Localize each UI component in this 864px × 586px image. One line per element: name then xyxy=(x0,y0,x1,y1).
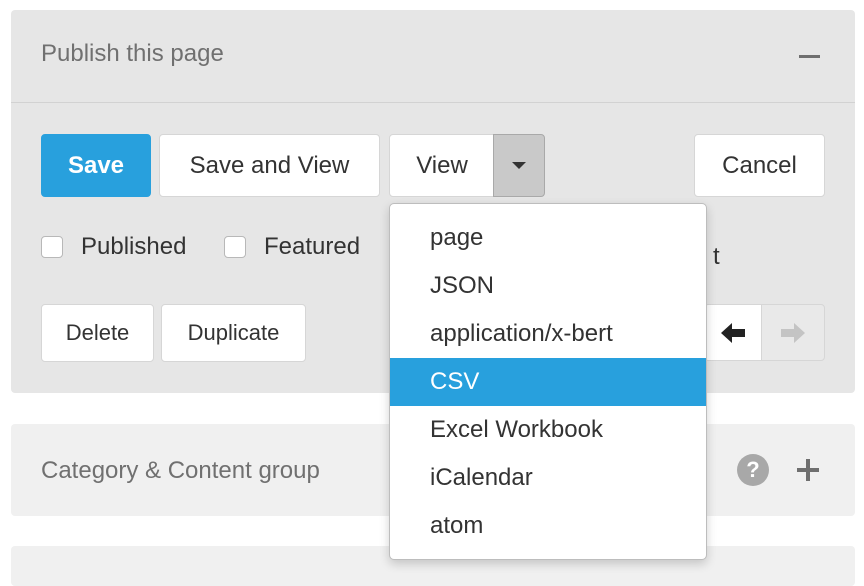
cancel-button[interactable]: Cancel xyxy=(694,134,825,197)
view-format-menu: page JSON application/x-bert CSV Excel W… xyxy=(389,203,707,560)
menu-item-json[interactable]: JSON xyxy=(390,262,706,310)
menu-item-excel-workbook[interactable]: Excel Workbook xyxy=(390,406,706,454)
hidden-option-label-tail: t xyxy=(713,243,720,270)
minus-icon[interactable] xyxy=(799,55,820,58)
arrow-right-icon xyxy=(781,322,805,343)
arrow-left-icon xyxy=(721,322,745,343)
publish-panel-title: Publish this page xyxy=(41,40,224,67)
save-and-view-button[interactable]: Save and View xyxy=(159,134,380,197)
category-panel-title: Category & Content group xyxy=(41,457,320,484)
next-button[interactable] xyxy=(761,304,825,361)
featured-label: Featured xyxy=(264,233,361,260)
published-label: Published xyxy=(81,233,187,260)
published-checkbox[interactable]: Published xyxy=(41,233,186,261)
navigation-arrows xyxy=(704,304,825,361)
plus-icon[interactable] xyxy=(797,459,819,481)
delete-button[interactable]: Delete xyxy=(41,304,154,362)
menu-item-x-bert[interactable]: application/x-bert xyxy=(390,310,706,358)
menu-item-icalendar[interactable]: iCalendar xyxy=(390,454,706,502)
question-circle-icon[interactable]: ? xyxy=(737,454,769,486)
featured-checkbox[interactable]: Featured xyxy=(224,233,360,261)
menu-item-csv[interactable]: CSV xyxy=(390,358,706,406)
view-button[interactable]: View xyxy=(389,134,495,197)
save-button[interactable]: Save xyxy=(41,134,151,197)
publish-panel-header[interactable]: Publish this page xyxy=(11,10,855,103)
caret-down-icon xyxy=(512,162,526,169)
published-checkbox-box[interactable] xyxy=(41,236,63,258)
featured-checkbox-box[interactable] xyxy=(224,236,246,258)
menu-item-page[interactable]: page xyxy=(390,214,706,262)
duplicate-button[interactable]: Duplicate xyxy=(161,304,306,362)
view-dropdown-toggle[interactable] xyxy=(493,134,545,197)
menu-item-atom[interactable]: atom xyxy=(390,502,706,550)
previous-button[interactable] xyxy=(704,304,762,361)
